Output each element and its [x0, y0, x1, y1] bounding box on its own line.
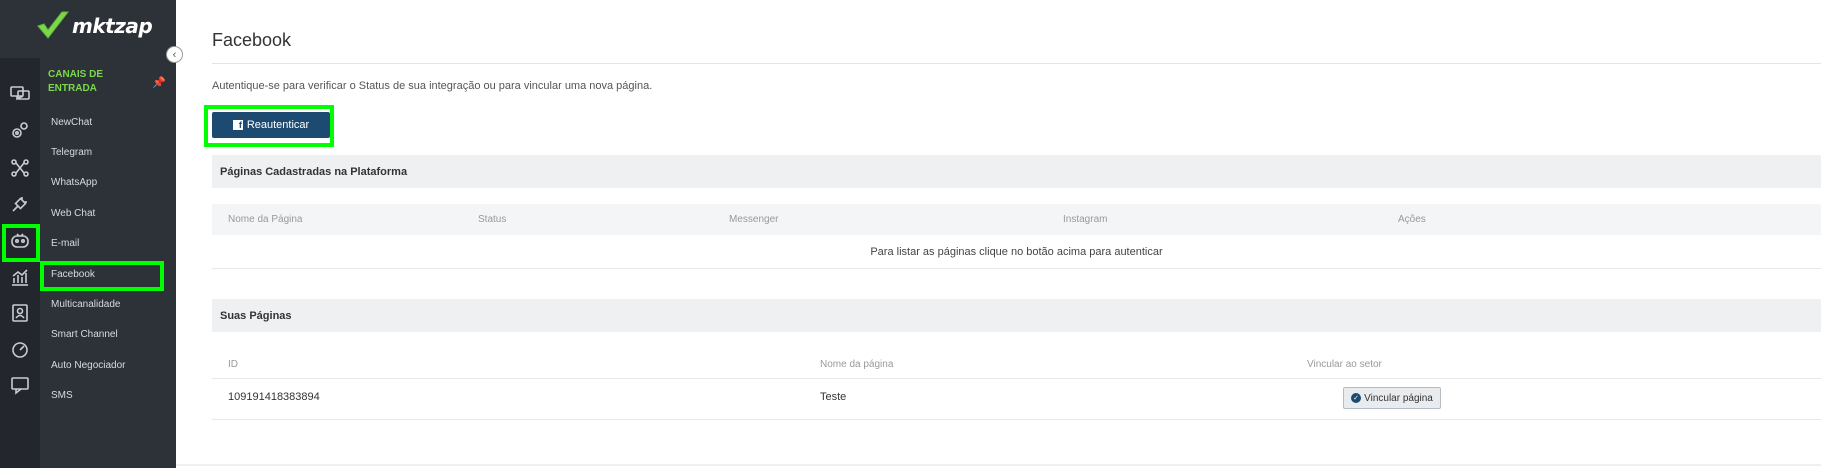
check-circle-icon: ✓: [1351, 393, 1362, 403]
sidebar-item-smart-channel[interactable]: Smart Channel: [51, 329, 118, 340]
column-id[interactable]: ID: [228, 349, 238, 380]
bottom-divider: [176, 464, 1821, 466]
contacts-icon[interactable]: [8, 301, 32, 325]
intro-text: Autentique-se para verificar o Status de…: [212, 80, 653, 92]
column-page-name[interactable]: Nome da Página: [228, 204, 303, 235]
reauthenticate-button[interactable]: f Reautenticar: [212, 112, 330, 138]
chevron-left-icon: ‹: [172, 48, 177, 61]
collapse-sidebar-button[interactable]: ‹: [166, 46, 183, 63]
plug-icon[interactable]: [8, 192, 32, 216]
sidebar-item-newchat[interactable]: NewChat: [51, 117, 92, 128]
main-content: Facebook Autentique-se para verificar o …: [176, 0, 1821, 468]
logo-check-icon: [37, 11, 70, 39]
your-pages-table-header: ID Nome da página Vincular ao setor: [212, 349, 1821, 379]
registered-pages-table-header: Nome da Página Status Messenger Instagra…: [212, 204, 1821, 235]
column-link-sector[interactable]: Vincular ao setor: [1307, 349, 1382, 380]
rail-highlight: [2, 224, 40, 262]
sidebar-item-whatsapp[interactable]: WhatsApp: [51, 177, 97, 188]
reauthenticate-label: Reautenticar: [246, 119, 310, 131]
analytics-icon[interactable]: [8, 265, 32, 289]
sidebar-item-webchat[interactable]: Web Chat: [51, 208, 95, 219]
page-id: 109191418383894: [228, 391, 320, 403]
sidebar-item-sms[interactable]: SMS: [51, 390, 73, 401]
network-icon[interactable]: [8, 156, 32, 180]
page-name: Teste: [820, 391, 847, 403]
title-divider: [212, 63, 1821, 64]
dashboard-icon[interactable]: [8, 337, 32, 361]
sidebar-item-telegram[interactable]: Telegram: [51, 147, 92, 158]
link-page-label: Vincular página: [1364, 392, 1433, 404]
sidebar-item-email[interactable]: E-mail: [51, 238, 79, 249]
column-page-name[interactable]: Nome da página: [820, 349, 893, 380]
facebook-icon: f: [232, 120, 243, 130]
message-icon[interactable]: [8, 373, 32, 397]
column-messenger[interactable]: Messenger: [729, 204, 778, 235]
column-instagram[interactable]: Instagram: [1063, 204, 1107, 235]
column-status[interactable]: Status: [478, 204, 506, 235]
empty-table-message: Para listar as páginas clique no botão a…: [212, 236, 1821, 269]
sidebar-item-multicanalidade[interactable]: Multicanalidade: [51, 299, 121, 310]
chat-bubbles-icon[interactable]: [8, 82, 32, 106]
page-title: Facebook: [212, 30, 292, 50]
section-title: CANAIS DE ENTRADA: [48, 69, 104, 94]
sidebar-item-facebook[interactable]: Facebook: [51, 269, 95, 280]
brand-name: mktzap: [72, 14, 153, 38]
column-actions[interactable]: Ações: [1398, 204, 1426, 235]
logo[interactable]: mktzap: [0, 0, 176, 58]
link-page-button[interactable]: ✓ Vincular página: [1343, 387, 1441, 409]
your-pages-heading: Suas Páginas: [212, 299, 1821, 332]
registered-pages-heading: Páginas Cadastradas na Plataforma: [212, 155, 1821, 188]
pin-icon[interactable]: 📌: [152, 76, 166, 89]
table-row: 109191418383894 Teste ✓ Vincular página: [212, 379, 1821, 420]
gears-icon[interactable]: [8, 118, 32, 142]
sidebar-item-auto-negociador[interactable]: Auto Negociador: [51, 360, 126, 371]
